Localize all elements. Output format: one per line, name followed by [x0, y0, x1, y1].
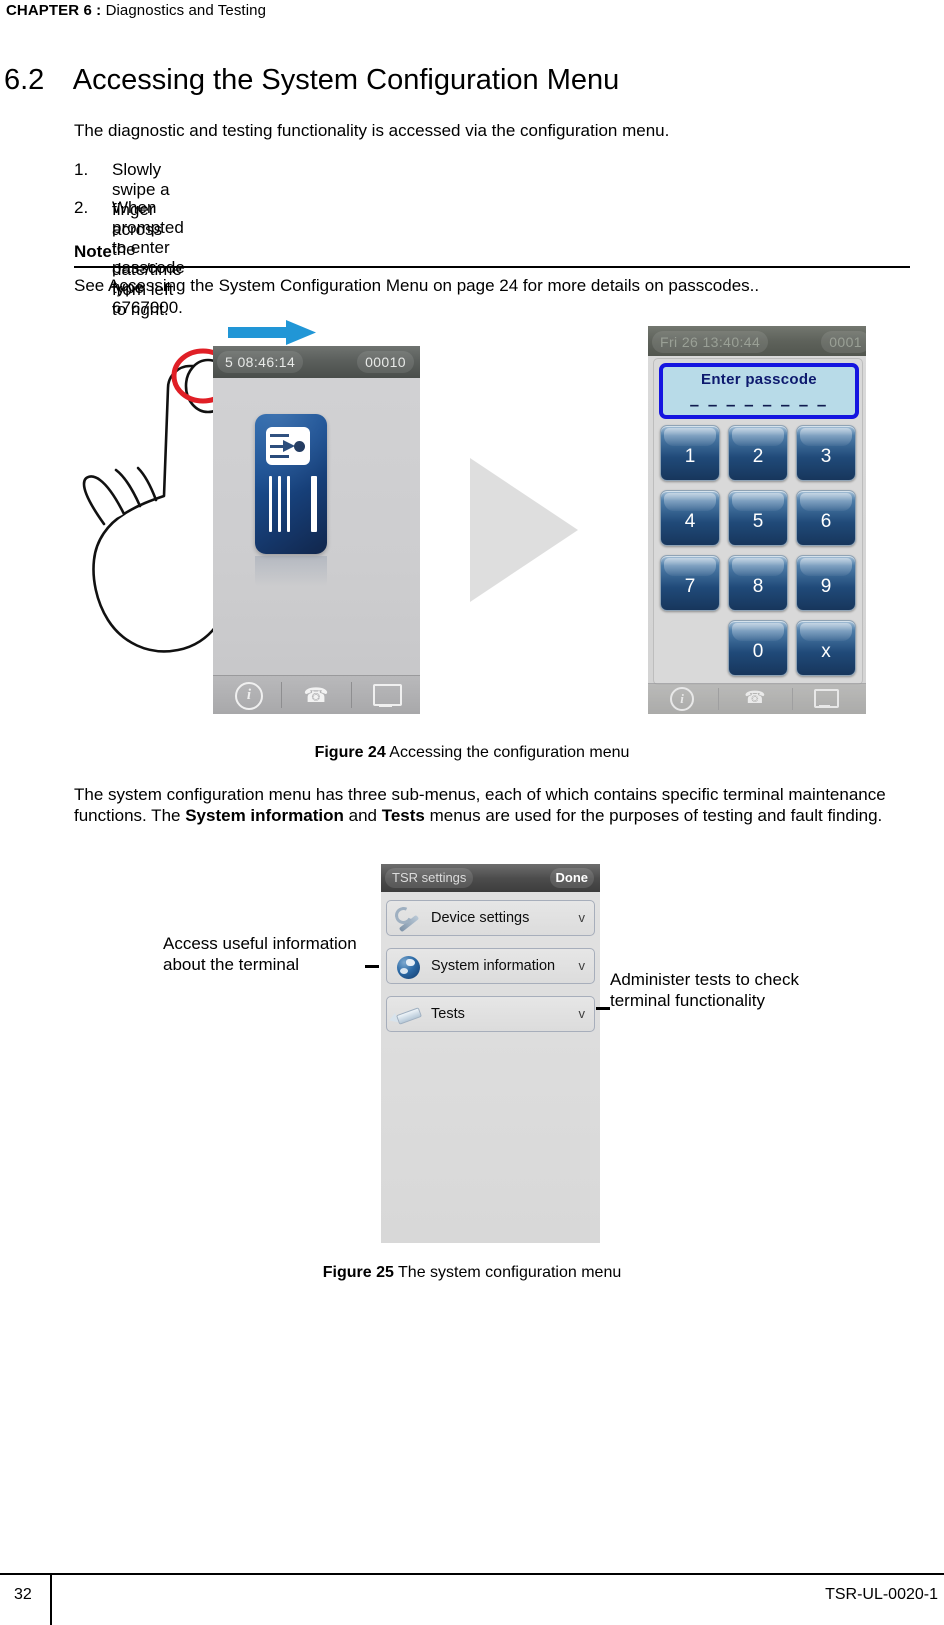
body-part-3: menus are used for the purposes of testi… [424, 806, 883, 825]
section-title: Accessing the System Configuration Menu [72, 64, 620, 96]
document-id: TSR-UL-0020-1 [825, 1586, 938, 1603]
note-divider [74, 266, 910, 268]
page-title: 6.2 Accessing the System Configuration M… [4, 64, 619, 97]
keypad-key-clear[interactable]: x [796, 620, 856, 676]
terminal-toolbar: i ☎ [213, 675, 420, 714]
note-body: See Accessing the System Configuration M… [74, 276, 760, 295]
step-number: 2. [74, 198, 89, 217]
keypad-key-9[interactable]: 9 [796, 555, 856, 611]
menu-item-label: Device settings [431, 910, 530, 926]
terminal-idle-screen: 5 08:46:14 00010 i ☎ [213, 346, 420, 714]
header-title: Diagnostics and Testing [105, 2, 267, 19]
leader-line-right [596, 1007, 610, 1010]
status-datetime: 5 08:46:14 [217, 351, 304, 373]
figure-24-image: 5 08:46:14 00010 i ☎ Fri 26 13:40:44 000… [0, 310, 944, 720]
chevron-down-icon: v [578, 910, 586, 925]
passcode-keypad: Enter passcode – – – – – – – – 1 2 3 4 5… [653, 358, 863, 685]
keypad-key-1[interactable]: 1 [660, 425, 720, 481]
note-heading: Note [74, 242, 112, 261]
body-bold-system-information: System information [185, 806, 344, 825]
globe-icon [395, 953, 423, 981]
phone-icon[interactable]: ☎ [301, 683, 331, 707]
card-reflection [255, 556, 327, 592]
menu-item-system-information[interactable]: System information v [386, 948, 595, 984]
keypad-key-2[interactable]: 2 [728, 425, 788, 481]
keypad-key-6[interactable]: 6 [796, 490, 856, 546]
passcode-mask: – – – – – – – – [689, 395, 829, 414]
figure-24-caption: Figure 24 Accessing the configuration me… [0, 744, 944, 762]
info-icon[interactable]: i [235, 682, 263, 710]
terminal-passcode-screen: Fri 26 13:40:44 0001 Enter passcode – – … [648, 326, 866, 714]
status-counter: 00010 [357, 351, 414, 373]
page-number: 32 [14, 1586, 32, 1603]
menu-item-tests[interactable]: Tests v [386, 996, 595, 1032]
card-graphic [255, 414, 327, 554]
body-part-2: and [343, 806, 382, 825]
callout-right: Administer tests to check terminal funct… [610, 970, 799, 1010]
status-bar: Fri 26 13:40:44 0001 [648, 326, 866, 356]
menu-item-label: Tests [431, 1006, 465, 1022]
section-number: 6.2 [4, 64, 45, 96]
figure-25-caption-text: The system configuration menu [398, 1264, 622, 1281]
figure-25-image: Access useful information about the term… [0, 855, 944, 1255]
keypad-key-7[interactable]: 7 [660, 555, 720, 611]
pencil-icon [387, 1001, 423, 1029]
done-button[interactable]: Done [549, 868, 594, 888]
running-header: CHAPTER 6 : Diagnostics and Testing [6, 2, 266, 19]
phone-icon[interactable]: ☎ [740, 688, 770, 708]
chevron-down-icon: v [578, 1006, 586, 1021]
monitor-icon[interactable] [373, 684, 402, 706]
chevron-down-icon: v [578, 958, 586, 973]
step-number: 1. [74, 160, 89, 179]
step-text: When prompted to enter passcode type 676… [112, 198, 185, 317]
flow-arrow-icon [470, 458, 578, 602]
body-paragraph: The system configuration menu has three … [74, 784, 912, 826]
figure-24-label: Figure 24 [314, 744, 386, 761]
tsr-title: TSR settings [385, 868, 474, 888]
status-bar: 5 08:46:14 00010 [213, 346, 420, 378]
keypad-key-5[interactable]: 5 [728, 490, 788, 546]
status-counter: 0001 [821, 331, 866, 353]
menu-item-label: System information [431, 958, 556, 974]
figure-24-caption-text: Accessing the configuration menu [389, 744, 630, 761]
info-icon[interactable]: i [670, 687, 694, 711]
terminal-toolbar: i ☎ [648, 683, 866, 714]
keypad-key-4[interactable]: 4 [660, 490, 720, 546]
footer-vertical-rule [50, 1573, 52, 1625]
keypad-key-3[interactable]: 3 [796, 425, 856, 481]
keypad-key-8[interactable]: 8 [728, 555, 788, 611]
passcode-prompt: Enter passcode [701, 371, 817, 388]
callout-left: Access useful information about the term… [163, 934, 357, 974]
status-datetime: Fri 26 13:40:44 [652, 331, 769, 353]
body-bold-tests: Tests [381, 806, 425, 825]
figure-25-label: Figure 25 [322, 1264, 394, 1281]
figure-25-caption: Figure 25 The system configuration menu [0, 1264, 944, 1282]
menu-item-device-settings[interactable]: Device settings v [386, 900, 595, 936]
keypad-key-0[interactable]: 0 [728, 620, 788, 676]
intro-paragraph: The diagnostic and testing functionality… [74, 121, 670, 140]
leader-line-left [365, 965, 379, 968]
footer-divider-line [0, 1573, 944, 1575]
tsr-settings-panel: TSR settings Done Device settings v Syst… [381, 864, 600, 1243]
passcode-display: Enter passcode – – – – – – – – [659, 363, 859, 419]
header-chapter: CHAPTER 6 : [6, 2, 102, 19]
tsr-title-bar: TSR settings Done [381, 864, 600, 892]
wrench-icon [392, 904, 423, 933]
